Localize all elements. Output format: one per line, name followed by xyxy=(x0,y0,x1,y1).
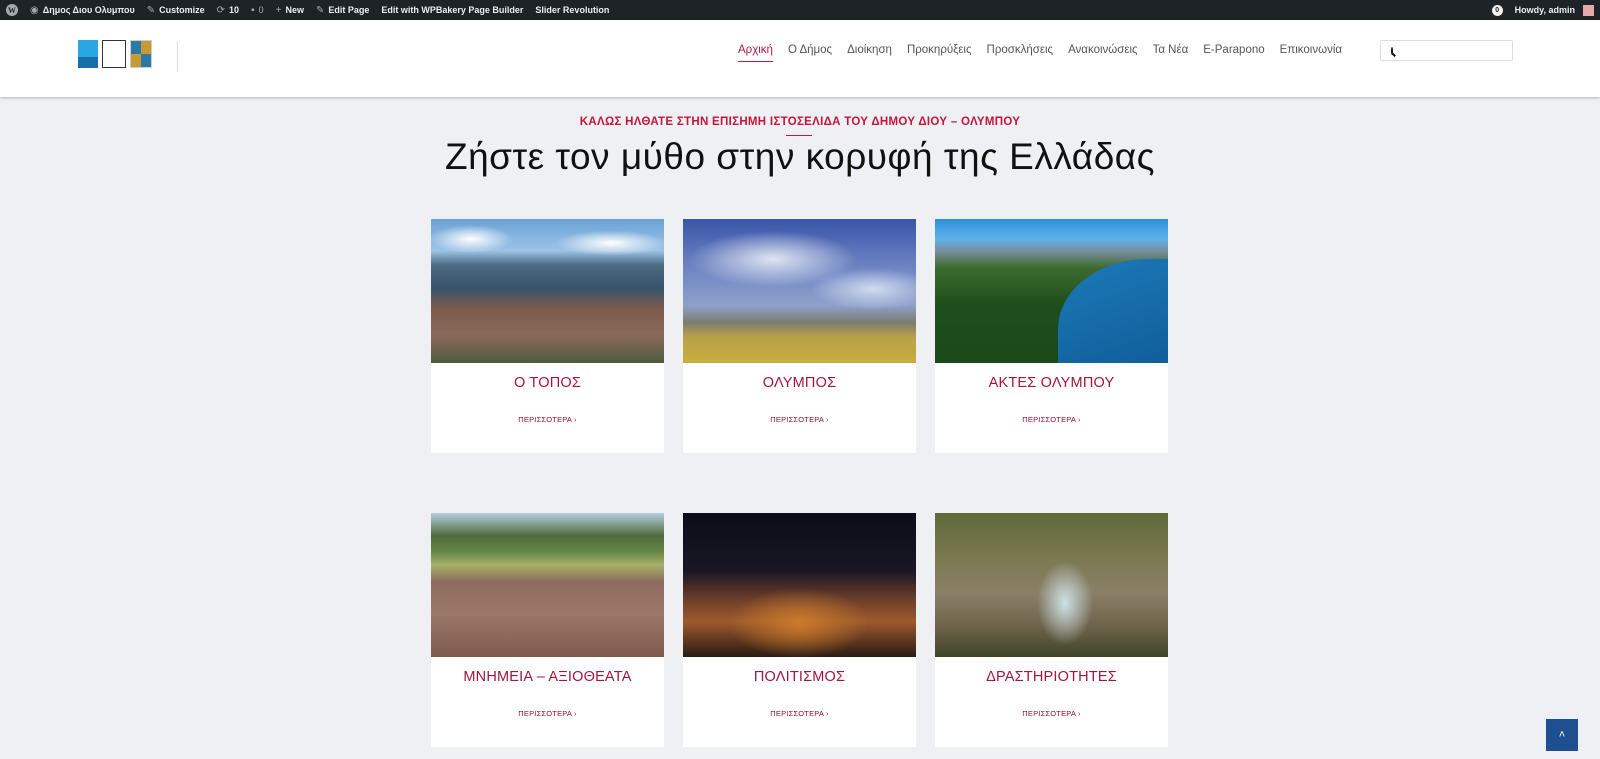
card-title[interactable]: ΠΟΛΙΤΙΣΜΟΣ xyxy=(683,669,916,685)
search-box[interactable] xyxy=(1380,40,1531,61)
nav-item-home[interactable]: Αρχική xyxy=(738,44,773,62)
dashboard-icon: ◉ xyxy=(30,4,39,16)
nav-item-news[interactable]: Τα Νέα xyxy=(1153,44,1189,62)
card-title[interactable]: ΜΝΗΜΕΙΑ – ΑΞΙΟΘΕΑΤΑ xyxy=(431,669,664,685)
read-more-link[interactable]: ΠΕΡΙΣΣΟΤΕΡΑ › xyxy=(935,415,1168,424)
card-image-drastiriotites[interactable] xyxy=(935,513,1168,657)
site-name-link[interactable]: ◉ Δημος Διου Ολυμπου xyxy=(24,0,141,20)
card-mnimeia[interactable]: ΜΝΗΜΕΙΑ – ΑΞΙΟΘΕΑΤΑ ΠΕΡΙΣΣΟΤΕΡΑ › xyxy=(431,513,664,747)
card-image-mnimeia[interactable] xyxy=(431,513,664,657)
card-image-topos[interactable] xyxy=(431,219,664,363)
card-title[interactable]: Ο ΤΟΠΟΣ xyxy=(431,375,664,391)
card-title[interactable]: ΔΡΑΣΤΗΡΙΟΤΗΤΕΣ xyxy=(935,669,1168,685)
nav-item-contact[interactable]: Επικοινωνία xyxy=(1280,44,1342,62)
new-content-link[interactable]: + New xyxy=(270,0,310,20)
account-menu[interactable]: Howdy, admin xyxy=(1509,0,1600,20)
wordpress-icon: W xyxy=(6,4,18,16)
read-more-link[interactable]: ΠΕΡΙΣΣΟΤΕΡΑ › xyxy=(683,415,916,424)
nav-item-invitations[interactable]: Προσκλήσεις xyxy=(987,44,1054,62)
back-to-top-button[interactable]: ˄ xyxy=(1546,719,1578,751)
main-nav: Αρχική Ο Δήμος Διοίκηση Προκηρύξεις Προσ… xyxy=(738,44,1342,62)
card-image-politismos[interactable] xyxy=(683,513,916,657)
logo-divider xyxy=(177,42,178,72)
welcome-subtitle: ΚΑΛΩΣ ΗΛΘΑΤΕ ΣΤΗΝ ΕΠΙΣΗΜΗ ΙΣΤΟΣΕΛΙΔΑ ΤΟΥ… xyxy=(579,116,1021,128)
card-title[interactable]: ΑΚΤΕΣ ΟΛΥΜΠΟΥ xyxy=(935,375,1168,391)
comment-icon: ▪ xyxy=(251,4,255,16)
updates-icon: ⟳ xyxy=(216,4,226,16)
card-olympos[interactable]: ΟΛΥΜΠΟΣ ΠΕΡΙΣΣΟΤΕΡΑ › xyxy=(683,219,916,453)
read-more-link[interactable]: ΠΕΡΙΣΣΟΤΕΡΑ › xyxy=(683,709,916,718)
page-title: Ζήστε τον μύθο στην κορυφή της Ελλάδας xyxy=(444,136,1156,177)
edit-page-link[interactable]: ✎ Edit Page xyxy=(310,0,375,20)
card-politismos[interactable]: ΠΟΛΙΤΙΣΜΟΣ ΠΕΡΙΣΣΟΤΕΡΑ › xyxy=(683,513,916,747)
search-icon[interactable] xyxy=(1391,46,1393,55)
notification-badge: 0 xyxy=(1491,4,1503,16)
partner-logo xyxy=(130,40,152,68)
gods-gateway-logo xyxy=(102,40,126,68)
admin-bar: W ◉ Δημος Διου Ολυμπου ✎ Customize ⟳ 10 ▪ 0 … xyxy=(0,0,1600,20)
card-image-olympos[interactable] xyxy=(683,219,916,363)
site-header: Αρχική Ο Δήμος Διοίκηση Προκηρύξεις Προσ… xyxy=(0,20,1600,97)
nav-item-e-parapono[interactable]: E-Paraponο xyxy=(1203,44,1264,62)
plus-icon: + xyxy=(275,4,282,16)
slider-revolution-link[interactable]: Slider Revolution xyxy=(529,0,615,20)
nav-item-municipality[interactable]: Ο Δήμος xyxy=(788,44,832,62)
nav-item-announcements[interactable]: Ανακοινώσεις xyxy=(1068,44,1137,62)
logo-group[interactable] xyxy=(78,40,152,68)
notifications-button[interactable]: 0 xyxy=(1486,0,1509,20)
updates-link[interactable]: ⟳ 10 xyxy=(211,0,245,20)
wpbakery-link[interactable]: Edit with WPBakery Page Builder xyxy=(375,0,529,20)
card-aktes[interactable]: ΑΚΤΕΣ ΟΛΥΜΠΟΥ ΠΕΡΙΣΣΟΤΕΡΑ › xyxy=(935,219,1168,453)
customize-link[interactable]: ✎ Customize xyxy=(141,0,211,20)
pencil-icon: ✎ xyxy=(315,4,325,16)
search-input[interactable] xyxy=(1399,45,1531,56)
card-drastiriotites[interactable]: ΔΡΑΣΤΗΡΙΟΤΗΤΕΣ ΠΕΡΙΣΣΟΤΕΡΑ › xyxy=(935,513,1168,747)
card-image-aktes[interactable] xyxy=(935,219,1168,363)
brush-icon: ✎ xyxy=(146,4,156,16)
nav-item-tenders[interactable]: Προκηρύξεις xyxy=(907,44,972,62)
comments-link[interactable]: ▪ 0 xyxy=(245,0,270,20)
avatar xyxy=(1583,4,1594,16)
municipality-logo xyxy=(78,40,98,68)
wp-logo-button[interactable]: W xyxy=(0,0,24,20)
read-more-link[interactable]: ΠΕΡΙΣΣΟΤΕΡΑ › xyxy=(935,709,1168,718)
nav-item-administration[interactable]: Διοίκηση xyxy=(847,44,892,62)
read-more-link[interactable]: ΠΕΡΙΣΣΟΤΕΡΑ › xyxy=(431,415,664,424)
card-title[interactable]: ΟΛΥΜΠΟΣ xyxy=(683,375,916,391)
chevron-up-icon: ˄ xyxy=(1558,729,1566,741)
card-topos[interactable]: Ο ΤΟΠΟΣ ΠΕΡΙΣΣΟΤΕΡΑ › xyxy=(431,219,664,453)
read-more-link[interactable]: ΠΕΡΙΣΣΟΤΕΡΑ › xyxy=(431,709,664,718)
